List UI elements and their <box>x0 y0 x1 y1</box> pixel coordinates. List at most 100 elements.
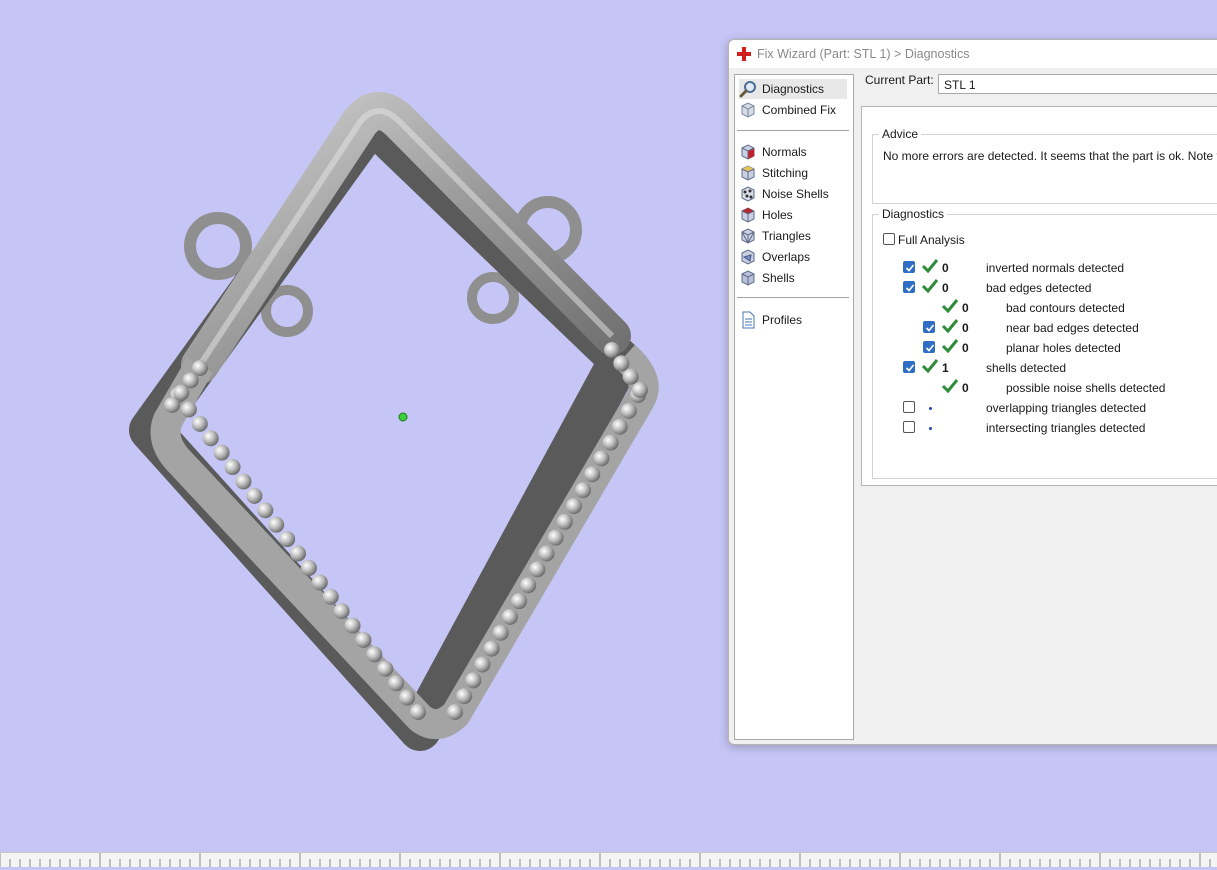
noise-shells-icon <box>741 186 755 202</box>
inverted-normals-count: 0 <box>942 261 949 275</box>
full-analysis-checkbox[interactable] <box>883 233 895 245</box>
pending-dot-icon <box>929 407 932 410</box>
pending-dot-icon <box>929 427 932 430</box>
inverted-normals-checkbox[interactable] <box>903 261 915 273</box>
near-bad-edges-checkbox[interactable] <box>923 321 935 333</box>
triangles-cube-icon <box>741 228 755 244</box>
bead <box>547 529 564 546</box>
bead <box>492 624 509 641</box>
normals-cube-icon <box>741 144 755 160</box>
pivot-point <box>398 412 408 422</box>
green-check-icon <box>921 359 939 374</box>
shells-label: shells detected <box>986 361 1067 375</box>
advice-group: Advice No more errors are detected. It s… <box>872 127 1217 204</box>
magnifier-icon <box>739 81 756 98</box>
near-bad-edges-label: near bad edges detected <box>1006 321 1139 335</box>
bead <box>322 588 339 605</box>
nav-item-profiles[interactable]: Profiles <box>739 310 802 330</box>
nav-separator <box>737 130 849 131</box>
nav-item-stitching[interactable]: Stitching <box>739 163 808 183</box>
bead <box>538 545 555 562</box>
cube-icon <box>741 102 755 118</box>
bead <box>366 646 383 663</box>
diagnostics-group: Diagnostics Full Analysis 0 inverted nor… <box>872 207 1217 479</box>
nav-item-normals[interactable]: Normals <box>739 142 807 162</box>
shells-cube-icon <box>741 270 755 286</box>
advice-label: Advice <box>879 127 922 141</box>
bead <box>511 593 528 610</box>
bead <box>465 672 482 689</box>
red-cross-icon <box>737 47 751 61</box>
green-check-icon <box>941 339 959 354</box>
nav-item-overlaps[interactable]: Overlaps <box>739 247 810 267</box>
nav-item-triangles[interactable]: Triangles <box>739 226 811 246</box>
noise-shells-count: 0 <box>962 381 969 395</box>
bead <box>311 574 328 591</box>
green-check-icon <box>941 379 959 394</box>
nav-item-shells[interactable]: Shells <box>739 268 795 288</box>
bead <box>474 656 491 673</box>
current-part-label: Current Part: <box>865 73 934 87</box>
overlaps-cube-icon <box>741 249 755 265</box>
bead <box>192 360 208 376</box>
noise-shells-label: possible noise shells detected <box>1006 381 1166 395</box>
bead <box>584 466 601 483</box>
dialog-titlebar[interactable]: Fix Wizard (Part: STL 1) > Diagnostics <box>729 40 1217 68</box>
bead <box>213 444 230 461</box>
bead <box>290 545 306 562</box>
bead <box>632 382 648 398</box>
advice-text: No more errors are detected. It seems th… <box>883 149 1217 163</box>
planar-holes-label: planar holes detected <box>1006 341 1121 355</box>
bad-edges-label: bad edges detected <box>986 281 1092 295</box>
bead <box>333 603 350 620</box>
bad-contours-count: 0 <box>962 301 969 315</box>
green-check-icon <box>921 279 939 294</box>
bead <box>611 418 628 435</box>
bead <box>388 675 405 692</box>
green-check-icon <box>941 299 959 314</box>
bottom-ruler <box>0 852 1217 867</box>
bead <box>235 473 252 490</box>
bad-contours-label: bad contours detected <box>1006 301 1125 315</box>
nav-item-noise-shells[interactable]: Noise Shells <box>739 184 829 204</box>
current-part-field[interactable]: STL 1 <box>938 74 1217 94</box>
bead <box>224 459 241 476</box>
holes-cube-icon <box>741 207 755 223</box>
bead <box>593 450 610 467</box>
inverted-normals-label: inverted normals detected <box>986 261 1125 275</box>
bead <box>377 660 394 677</box>
overlapping-checkbox[interactable] <box>903 401 915 413</box>
loop-ring-4 <box>467 272 519 324</box>
bead <box>355 631 372 648</box>
bead <box>191 415 208 432</box>
bead <box>399 689 416 706</box>
bead <box>602 434 619 451</box>
wizard-nav: Diagnostics Combined Fix Normals Stitchi… <box>734 74 854 740</box>
green-check-icon <box>921 259 939 274</box>
planar-holes-count: 0 <box>962 341 969 355</box>
bead <box>268 516 285 533</box>
bead <box>279 531 296 548</box>
document-icon <box>742 311 755 329</box>
bead <box>257 502 274 519</box>
intersecting-checkbox[interactable] <box>903 421 915 433</box>
bead <box>529 561 546 578</box>
bead <box>520 577 537 594</box>
dialog-title: Fix Wizard (Part: STL 1) > Diagnostics <box>757 47 970 61</box>
bad-edges-checkbox[interactable] <box>903 281 915 293</box>
loop-ring-1 <box>184 212 252 280</box>
bead <box>202 430 219 447</box>
bead <box>613 355 630 372</box>
loop-ring-2 <box>261 285 313 337</box>
bead <box>344 617 361 634</box>
bead <box>447 704 463 720</box>
nav-item-holes[interactable]: Holes <box>739 205 793 225</box>
nav-item-diagnostics[interactable]: Diagnostics <box>739 79 847 99</box>
nav-item-combined-fix[interactable]: Combined Fix <box>739 100 836 120</box>
bead <box>483 640 500 657</box>
shells-count: 1 <box>942 361 949 375</box>
shells-checkbox[interactable] <box>903 361 915 373</box>
bead <box>565 497 582 514</box>
planar-holes-checkbox[interactable] <box>923 341 935 353</box>
fix-wizard-dialog: Fix Wizard (Part: STL 1) > Diagnostics D… <box>728 39 1217 745</box>
